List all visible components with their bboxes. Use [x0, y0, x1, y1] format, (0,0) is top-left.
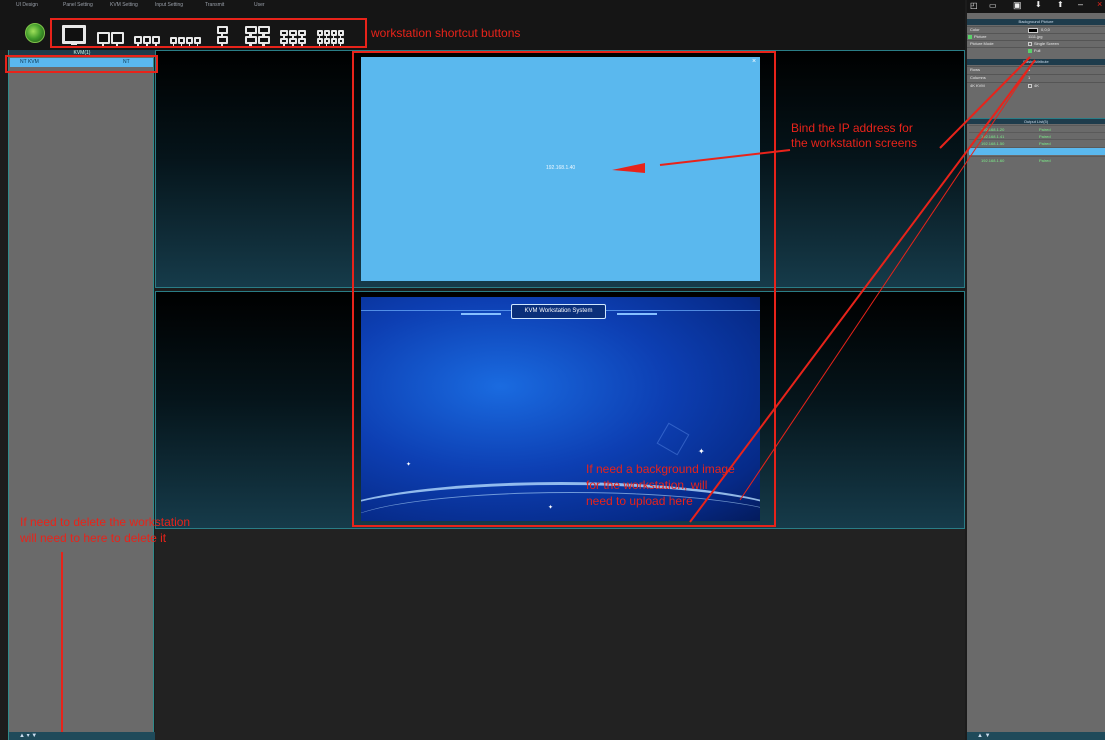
- arrow-bind-ip-head: [612, 163, 645, 173]
- app-window: UI Design Panel Setting KVM Setting Inpu…: [0, 0, 1105, 740]
- arrow-to-background-line: [689, 59, 1036, 523]
- arrow-to-background-thin: [739, 59, 1036, 501]
- annotation-arrows: [61, 56, 1036, 732]
- arrow-bind-ip-line: [659, 149, 791, 166]
